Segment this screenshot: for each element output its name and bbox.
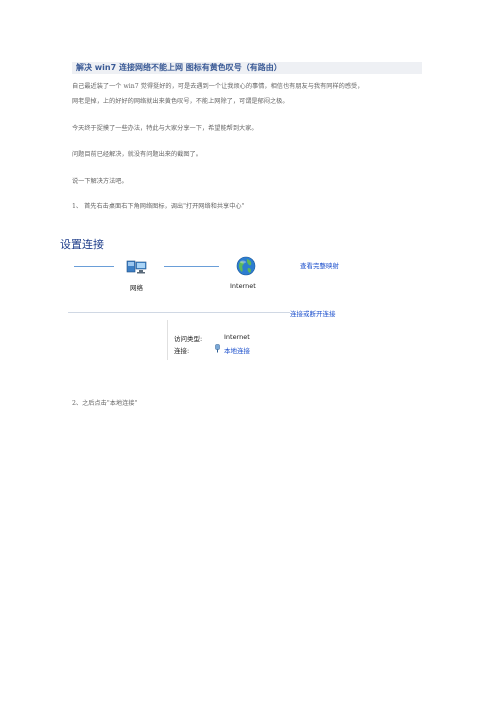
paragraph-2: 今天终于捉摸了一些办法，特此与大家分享一下，希望能帮到大家。 (72, 125, 258, 132)
connection-key: 连接: (174, 347, 190, 355)
connector-line-left (74, 266, 114, 267)
internet-globe-icon (236, 256, 256, 276)
local-connection-icon (215, 344, 220, 353)
network-label: 网络 (130, 284, 143, 292)
access-type-value: Internet (224, 333, 250, 341)
setup-connection-heading: 设置连接 (60, 238, 104, 251)
connector-line-middle (164, 266, 219, 267)
paragraph-3: 问题目前已经解决，就没有问题出来的截图了。 (72, 151, 202, 158)
network-sharing-screenshot: 设置连接 网络 Internet 查看完整映射 连接或断开连接 访问类型: In… (60, 236, 420, 366)
view-full-map-link[interactable]: 查看完整映射 (300, 260, 339, 270)
paragraph-1a: 自己最近装了一个 win7 觉得挺好的，可是去遇到一个让我烦心的事情，相信也有朋… (72, 83, 364, 90)
details-divider (167, 320, 168, 360)
access-type-key: 访问类型: (174, 335, 203, 343)
paragraph-1b: 网老是掉，上的好好的网络就出来黄色叹号，不能上网除了，可谓是郁闷之极。 (72, 98, 289, 105)
step-2: 2、之后点击"本地连接" (72, 400, 138, 407)
network-icon (126, 260, 147, 274)
document-title: 解决 win7 连接网络不能上网 图标有黄色叹号（有路由） (76, 63, 282, 72)
internet-label: Internet (230, 282, 256, 290)
step-1: 1、 首先右击桌面右下角网络图标，调出"打开网络和共享中心" (72, 203, 245, 210)
separator-line (68, 312, 290, 313)
connect-or-disconnect-link[interactable]: 连接或断开连接 (290, 308, 336, 318)
local-connection-link[interactable]: 本地连接 (224, 345, 250, 355)
paragraph-4: 说一下解决方法吧。 (72, 178, 128, 185)
